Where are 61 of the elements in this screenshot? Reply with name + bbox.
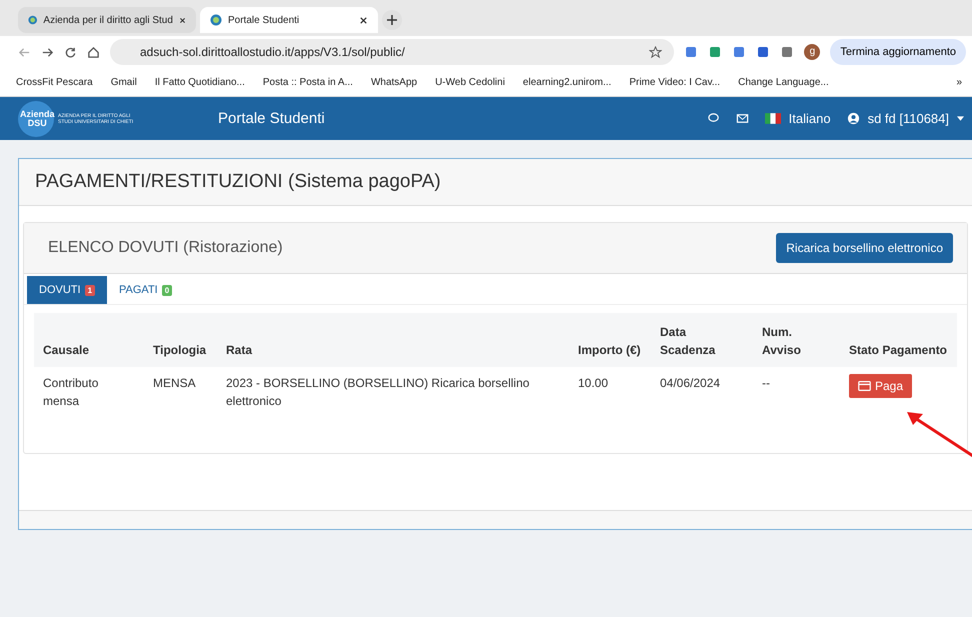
close-icon[interactable] [178, 16, 186, 24]
bookmark[interactable]: U-Web Cedolini [435, 76, 505, 88]
column-header: Num. Avviso [762, 325, 801, 357]
recharge-button[interactable]: Ricarica borsellino elettronico [776, 233, 953, 263]
table-cell: -- [762, 376, 770, 390]
tab[interactable]: DOVUTI 1 [27, 276, 108, 304]
extension-icon[interactable] [684, 45, 698, 59]
tab-title: Azienda per il diritto agli Stud [43, 14, 173, 26]
browser-tab[interactable]: Portale Studenti [200, 7, 378, 33]
bookmark[interactable]: Il Fatto Quotidiano... [154, 76, 245, 88]
count-badge: 0 [162, 284, 172, 296]
bookmark[interactable]: CrossFit Pescara [16, 76, 93, 88]
credit-card-icon [858, 381, 871, 391]
bookmark[interactable]: Change Language... [738, 76, 829, 88]
column-header: Rata [226, 343, 252, 357]
close-icon[interactable] [359, 16, 368, 24]
column-header: Data Scadenza [660, 325, 716, 357]
caret-icon[interactable] [957, 116, 964, 121]
bookmark[interactable]: Posta :: Posta in A... [262, 76, 353, 88]
mail-icon[interactable] [736, 112, 749, 125]
table-cell: 2023 - BORSELLINO (BORSELLINO) Ricarica borsellino elettronico [226, 376, 530, 408]
column-header: Importo (€) [578, 343, 641, 357]
panel-title: PAGAMENTI/RESTITUZIONI (Sistema pagoPA) [35, 171, 441, 192]
table-cell: 04/06/2024 [660, 376, 720, 390]
new-tab-icon[interactable] [382, 10, 402, 30]
bookmark[interactable]: WhatsApp [370, 76, 418, 88]
update-button[interactable]: Termina aggiornamento [830, 39, 966, 65]
bookmark[interactable]: elearning2.unirom... [522, 76, 612, 88]
globe-icon [210, 14, 222, 26]
reload-icon[interactable] [64, 46, 77, 58]
table-cell: 10.00 [578, 376, 608, 390]
forward-icon[interactable] [41, 46, 54, 58]
tab-title: Portale Studenti [228, 14, 300, 26]
table-cell: MENSA [153, 376, 196, 390]
extension-icon[interactable] [780, 45, 794, 59]
flag-icon [764, 113, 781, 124]
profile-avatar[interactable]: g [804, 44, 820, 60]
column-header: Causale [43, 343, 90, 357]
bookmark[interactable]: Prime Video: I Cav... [629, 76, 720, 88]
extension-icon[interactable] [708, 45, 722, 59]
bookmark[interactable]: Gmail [110, 76, 137, 88]
user-menu[interactable]: sd fd [110684] [868, 111, 949, 126]
portal-title[interactable]: Portale Studenti [218, 110, 325, 127]
more-bookmarks[interactable]: » [956, 76, 962, 88]
home-icon[interactable] [87, 46, 100, 58]
language-menu[interactable]: Italiano [788, 111, 831, 126]
count-badge: 1 [84, 284, 96, 296]
address-field[interactable]: adsuch-sol.dirittoallostudio.it/apps/V3.1/sol/public/ [110, 39, 674, 65]
extension-icon[interactable] [756, 45, 770, 59]
column-header: Stato Pagamento [849, 343, 948, 357]
table-cell: Contributo mensa [43, 376, 98, 408]
section-title: ELENCO DOVUTI (Ristorazione) [48, 239, 283, 257]
browser-tab[interactable]: Azienda per il diritto agli Stud [18, 7, 196, 33]
tab[interactable]: PAGATI 0 [107, 276, 184, 304]
user-icon [846, 112, 860, 125]
extension-icon[interactable] [732, 45, 746, 59]
pay-button[interactable]: Paga [849, 374, 912, 398]
globe-icon [28, 14, 38, 26]
star-icon[interactable] [649, 46, 662, 58]
logo[interactable]: Azienda DSU [18, 100, 54, 136]
column-header: Tipologia [153, 343, 206, 357]
